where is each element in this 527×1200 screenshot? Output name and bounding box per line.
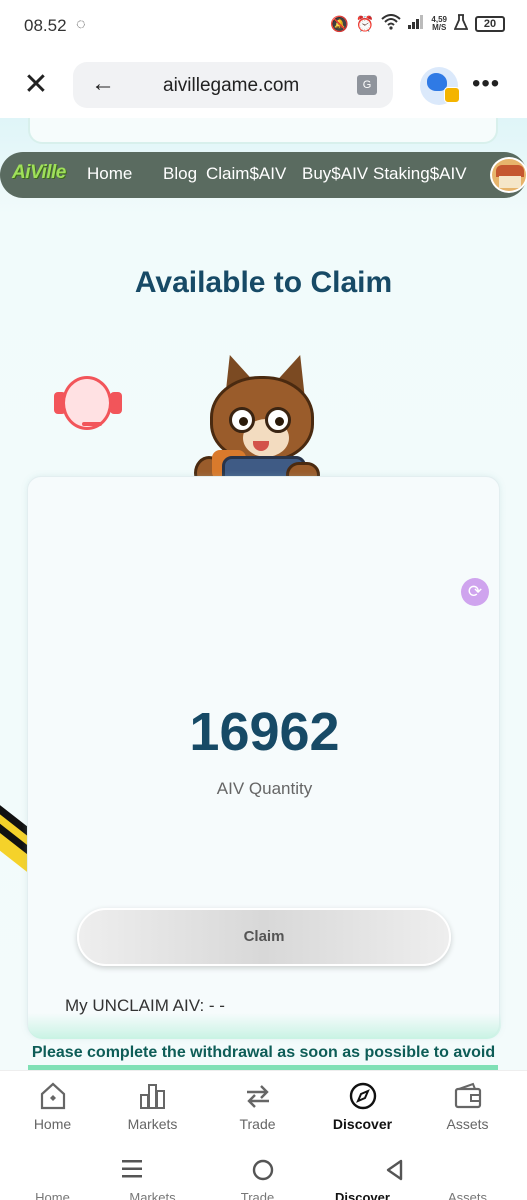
address-bar[interactable]: ← aivillegame.com G — [73, 62, 393, 108]
ghost-label: Trade — [240, 1190, 275, 1200]
system-nav-bar: Home Markets Trade Discover Assets — [0, 1144, 527, 1200]
customer-support-icon[interactable] — [52, 370, 124, 436]
withdrawal-notice: Please complete the withdrawal as soon a… — [31, 1044, 496, 1061]
tab-markets[interactable]: Markets — [100, 1071, 205, 1145]
nav-link-claim[interactable]: Claim$AIV — [206, 164, 286, 184]
nav-link-home[interactable]: Home — [87, 164, 132, 184]
extension-icon[interactable] — [420, 67, 460, 105]
status-time: 08.52 — [24, 16, 67, 35]
site-logo[interactable]: AiVille — [12, 162, 66, 184]
avatar[interactable] — [490, 157, 527, 193]
close-icon[interactable]: ✕ — [22, 70, 50, 100]
claim-amount: 16962 — [189, 702, 340, 762]
status-icons: 🔕 ⏰ 4,59 M/S 20 — [330, 14, 505, 34]
tab-label: Assets — [446, 1116, 489, 1132]
tab-trade[interactable]: Trade — [205, 1071, 310, 1145]
raccoon-mascot-image — [192, 349, 330, 492]
card-glow — [28, 1013, 501, 1039]
mascot-glasses — [229, 407, 255, 433]
more-options-icon[interactable]: ••• — [472, 70, 500, 98]
site-navbar: AiVille Home Blog Claim$AIV Buy$AIV Stak… — [0, 152, 527, 198]
battery-icon: 20 — [475, 16, 505, 32]
nav-link-staking[interactable]: Staking$AIV — [373, 164, 467, 184]
refresh-icon[interactable]: ⟳ — [461, 578, 489, 606]
wallet-icon — [454, 1082, 482, 1109]
alarm-icon: ⏰ — [355, 16, 375, 33]
tab-assets[interactable]: Assets — [415, 1071, 520, 1145]
tab-labels-reflection: Home Markets Trade Discover Assets — [0, 1190, 527, 1200]
mute-icon: 🔕 — [330, 16, 349, 33]
previous-card-edge — [28, 118, 498, 144]
flask-icon — [453, 14, 469, 34]
page-title: Available to Claim — [134, 266, 393, 299]
mascot-eye — [275, 417, 284, 426]
tab-label: Home — [33, 1116, 72, 1132]
headset-mic — [82, 422, 102, 426]
ghost-label: Markets — [129, 1190, 176, 1200]
signal-icon — [408, 15, 424, 33]
tab-label: Trade — [239, 1116, 276, 1132]
ghost-label: Discover — [335, 1190, 390, 1200]
claim-button[interactable]: Claim — [77, 908, 451, 966]
bar-chart-icon — [140, 1084, 165, 1109]
whatsapp-icon: ◌ — [76, 16, 86, 33]
web-content: AiVille Home Blog Claim$AIV Buy$AIV Stak… — [0, 118, 527, 1070]
tab-discover[interactable]: Discover — [310, 1071, 415, 1145]
recent-apps-icon[interactable] — [118, 1158, 146, 1186]
tab-home[interactable]: Home — [0, 1071, 105, 1145]
ghost-label: Assets — [447, 1190, 487, 1200]
tab-label: Discover — [332, 1116, 393, 1132]
ghost-label: Home — [35, 1190, 70, 1200]
swap-arrows-icon — [247, 1085, 269, 1108]
claim-card: ⟳ 16962 AIV Quantity Claim My UNCLAIM AI… — [27, 476, 501, 1039]
mascot-glasses — [265, 407, 291, 433]
home-circle-icon[interactable] — [249, 1158, 277, 1186]
back-triangle-icon[interactable] — [380, 1158, 408, 1186]
nav-link-blog[interactable]: Blog — [163, 164, 197, 184]
translate-icon[interactable]: G — [357, 75, 377, 95]
network-speed: 4,59 M/S — [431, 16, 447, 32]
wifi-icon — [381, 14, 402, 34]
status-bar: 08.52 ◌ 🔕 ⏰ 4,59 M/S 20 — [0, 0, 527, 54]
battery-level: 20 — [483, 18, 497, 30]
url-text[interactable]: aivillegame.com — [163, 75, 299, 97]
speed-unit: M/S — [432, 23, 447, 32]
tab-label: Markets — [127, 1116, 178, 1132]
browser-toolbar: ✕ ← aivillegame.com G ••• — [0, 54, 527, 118]
back-arrow-icon[interactable]: ← — [91, 70, 115, 98]
mascot-eye — [239, 417, 248, 426]
badge-icon — [444, 87, 460, 103]
nav-link-buy[interactable]: Buy$AIV — [302, 164, 368, 184]
amount-label: AIV Quantity — [216, 779, 313, 798]
app-bottom-nav: Home Markets Trade Discover Assets — [0, 1070, 527, 1144]
compass-icon — [349, 1082, 377, 1110]
home-icon — [40, 1082, 66, 1110]
house-wall — [499, 176, 521, 188]
